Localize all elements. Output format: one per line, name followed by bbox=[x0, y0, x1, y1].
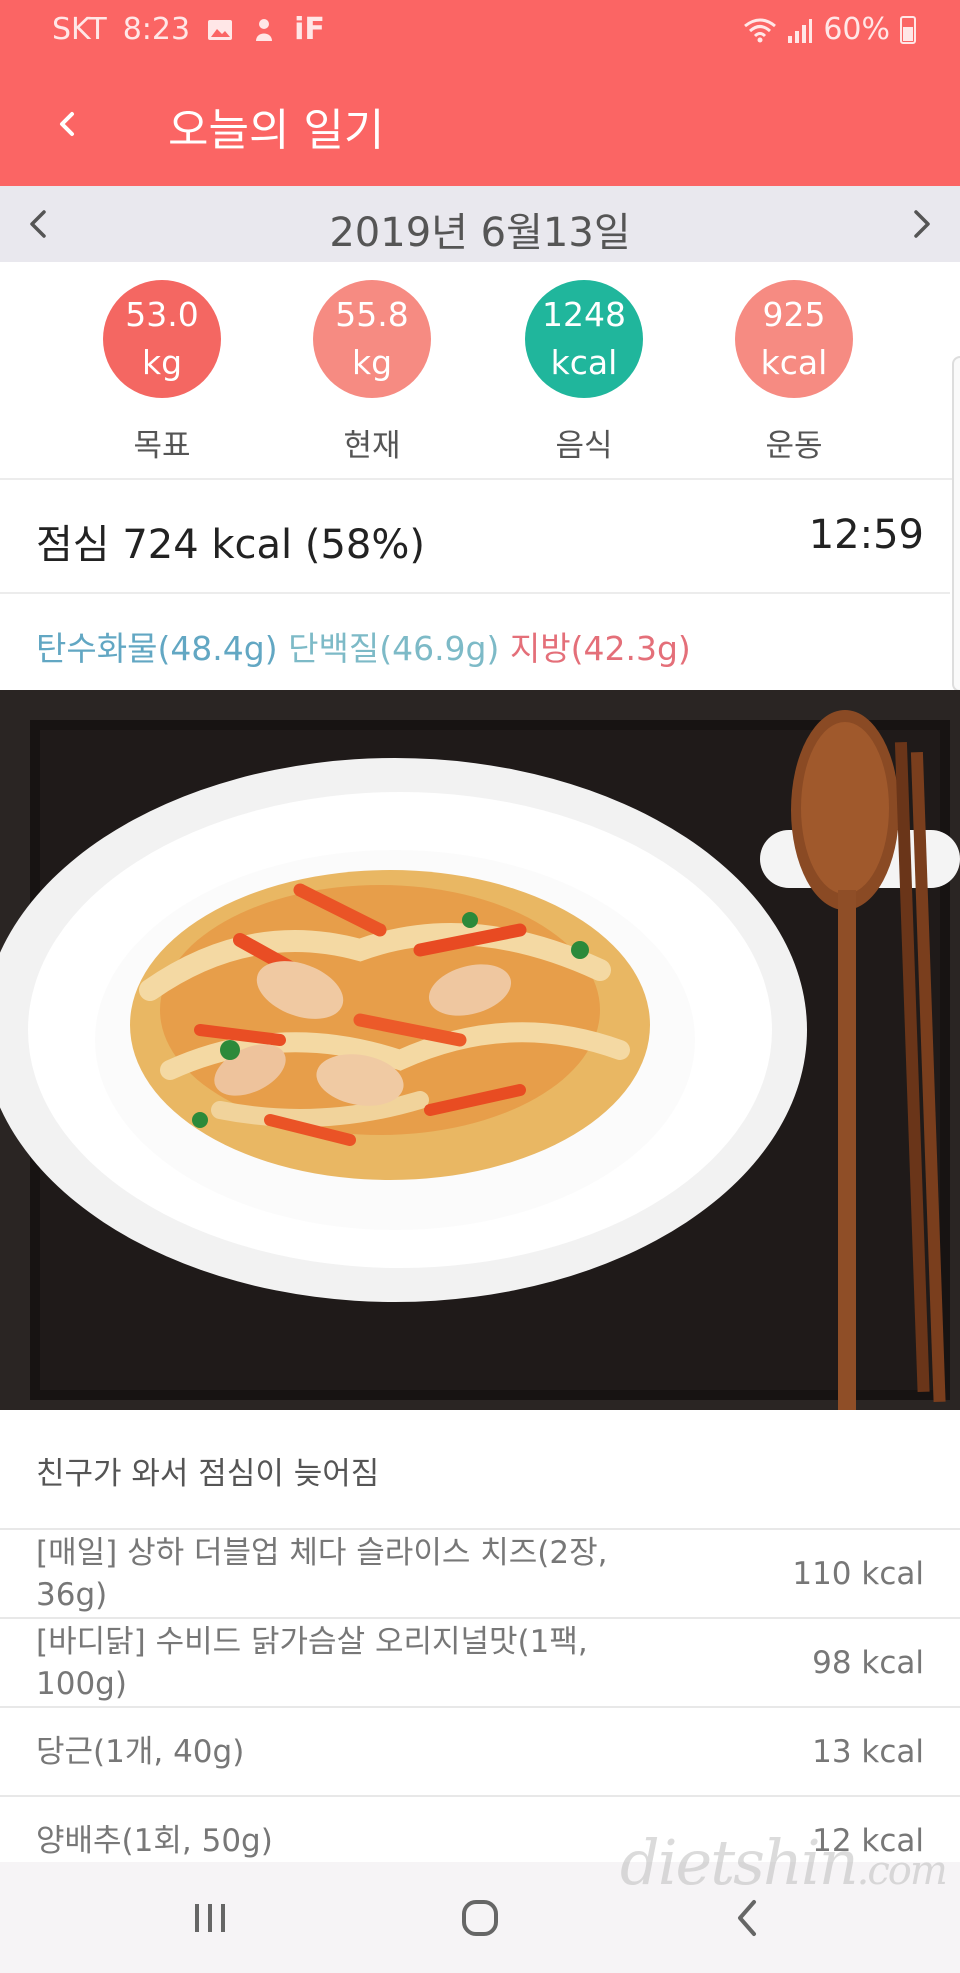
stat-food-value: 1248 bbox=[542, 295, 626, 334]
stat-goal[interactable]: 53.0 kg 목표 bbox=[62, 280, 262, 465]
meal-title: 점심 724 kcal (58%) bbox=[36, 522, 425, 568]
current-date[interactable]: 2019년 6월13일 bbox=[0, 200, 960, 258]
macro-protein: 단백질(46.9g) bbox=[288, 629, 500, 668]
stat-current-label: 현재 bbox=[343, 428, 401, 464]
signal-icon bbox=[788, 18, 813, 43]
macro-summary: 탄수화물(48.4g) 단백질(46.9g) 지방(42.3g) bbox=[36, 622, 691, 670]
food-kcal: 110 kcal bbox=[792, 1555, 924, 1592]
page-title: 오늘의 일기 bbox=[168, 105, 385, 156]
stat-goal-circle: 53.0 kg bbox=[103, 280, 221, 398]
stat-exercise[interactable]: 925 kcal 운동 bbox=[694, 280, 894, 465]
watermark-main: dietshin bbox=[620, 1826, 859, 1899]
food-name: [바디닭] 수비드 닭가슴살 오리지널맛(1팩, 100g) bbox=[36, 1623, 588, 1702]
watermark-logo: dietshin.com bbox=[620, 1826, 948, 1899]
app-header: SKT 8:23 iF 60% 오늘의 일기 bbox=[0, 0, 960, 186]
meal-time: 12:59 bbox=[808, 512, 924, 558]
stat-goal-unit: kg bbox=[141, 343, 183, 382]
notification-icon bbox=[256, 18, 273, 41]
battery-icon bbox=[900, 15, 916, 44]
macro-fat: 지방(42.3g) bbox=[509, 629, 691, 668]
chevron-right-icon[interactable] bbox=[898, 200, 946, 248]
app-badge: iF bbox=[294, 12, 325, 47]
wifi-icon bbox=[744, 18, 777, 42]
daily-stats: 53.0 kg 목표 55.8 kg 현재 1248 kcal 음식 925 k… bbox=[0, 262, 960, 480]
home-icon[interactable] bbox=[448, 1886, 512, 1950]
battery-level: 60% bbox=[823, 12, 890, 47]
food-name: [매일] 상하 더블업 체다 슬라이스 치즈(2장, 36g) bbox=[36, 1534, 608, 1613]
stat-exercise-circle: 925 kcal bbox=[735, 280, 853, 398]
food-item[interactable]: 당근(1개, 40g) 13 kcal bbox=[0, 1708, 960, 1797]
food-kcal: 13 kcal bbox=[812, 1733, 924, 1770]
date-navigator: 2019년 6월13일 bbox=[0, 186, 960, 262]
stat-food-unit: kcal bbox=[550, 343, 618, 382]
stat-current-unit: kg bbox=[351, 343, 393, 382]
food-item[interactable]: [매일] 상하 더블업 체다 슬라이스 치즈(2장, 36g) 110 kcal bbox=[0, 1530, 960, 1619]
stir-fry-dish bbox=[130, 870, 650, 1180]
gallery-icon bbox=[208, 19, 233, 40]
scroll-edge-handle[interactable] bbox=[952, 356, 960, 692]
stat-exercise-unit: kcal bbox=[760, 343, 828, 382]
stat-food[interactable]: 1248 kcal 음식 bbox=[484, 280, 684, 465]
stat-current-circle: 55.8 kg bbox=[313, 280, 431, 398]
recents-icon[interactable] bbox=[178, 1886, 242, 1950]
stat-food-label: 음식 bbox=[555, 428, 613, 464]
status-time: 8:23 bbox=[122, 12, 191, 47]
food-kcal: 98 kcal bbox=[812, 1644, 924, 1681]
stat-goal-value: 53.0 bbox=[125, 295, 199, 334]
stat-exercise-value: 925 bbox=[762, 295, 826, 334]
food-item[interactable]: [바디닭] 수비드 닭가슴살 오리지널맛(1팩, 100g) 98 kcal bbox=[0, 1619, 960, 1708]
watermark-suffix: .com bbox=[856, 1848, 948, 1894]
meal-memo: 친구가 와서 점심이 늦어짐 bbox=[36, 1456, 380, 1492]
meal-header[interactable]: 점심 724 kcal (58%) 12:59 bbox=[0, 480, 950, 594]
back-arrow-icon[interactable] bbox=[40, 96, 96, 152]
food-name: 당근(1개, 40g) bbox=[36, 1733, 245, 1770]
macro-carb: 탄수화물(48.4g) bbox=[36, 629, 278, 668]
carrier-label: SKT bbox=[52, 12, 107, 47]
stat-current-value: 55.8 bbox=[335, 295, 409, 334]
stat-goal-label: 목표 bbox=[133, 428, 191, 464]
stat-current[interactable]: 55.8 kg 현재 bbox=[272, 280, 472, 465]
status-bar: SKT 8:23 iF 60% bbox=[0, 0, 960, 60]
app-bar: 오늘의 일기 bbox=[0, 80, 960, 168]
stat-food-circle: 1248 kcal bbox=[525, 280, 643, 398]
status-left: SKT 8:23 iF bbox=[52, 12, 325, 47]
meal-photo[interactable] bbox=[0, 690, 960, 1410]
stat-exercise-label: 운동 bbox=[765, 428, 823, 464]
status-right: 60% bbox=[743, 12, 916, 47]
